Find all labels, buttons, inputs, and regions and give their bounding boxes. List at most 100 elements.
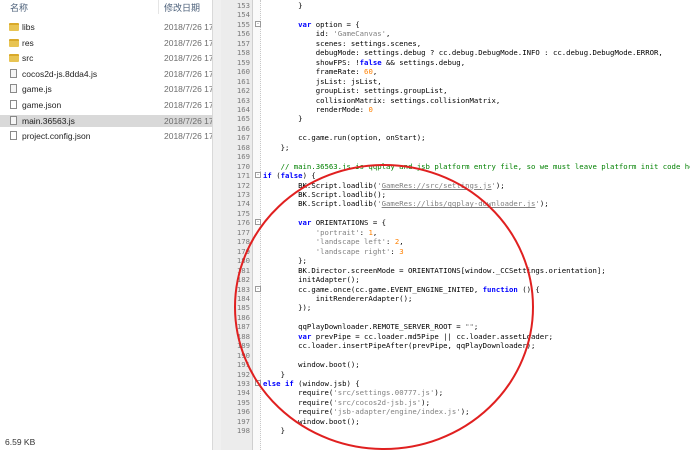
file-row[interactable]: game.json 2018/7/26 17:4 [0, 99, 212, 111]
js-file-icon [10, 115, 17, 125]
folder-icon [9, 38, 19, 47]
code-line[interactable]: 157 scenes: settings.scenes, [221, 39, 690, 48]
code-line[interactable]: 172 BK.Script.loadlib('GameRes://src/set… [221, 181, 690, 190]
fold-toggle-icon[interactable]: - [255, 285, 261, 292]
code-line[interactable]: 169 [221, 152, 690, 161]
code-line[interactable]: 170 // main.36563.js is qqplay and jsb p… [221, 162, 690, 171]
code-line[interactable]: 160 frameRate: 60, [221, 67, 690, 76]
code-text: cc.game.run(option, onStart); [263, 133, 426, 143]
line-number: 184 [236, 293, 250, 303]
code-line[interactable]: 186 [221, 313, 690, 322]
code-line[interactable]: 161 jsList: jsList, [221, 77, 690, 86]
code-text: debugMode: settings.debug ? cc.debug.Deb… [263, 48, 663, 58]
code-line[interactable]: 173 BK.Script.loadlib(); [221, 190, 690, 199]
code-line[interactable]: 190 [221, 351, 690, 360]
code-text: initAdapter(); [263, 275, 360, 285]
code-line[interactable]: 184 initRendererAdapter(); [221, 294, 690, 303]
code-line[interactable]: 188 var prevPipe = cc.loader.md5Pipe || … [221, 332, 690, 341]
code-line[interactable]: 178 'landscape left': 2, [221, 237, 690, 246]
code-text: }; [263, 256, 307, 266]
file-name: libs [22, 22, 35, 32]
file-row[interactable]: project.config.json 2018/7/26 17:4 [0, 130, 212, 142]
code-line[interactable]: 183- cc.game.once(cc.game.EVENT_ENGINE_I… [221, 285, 690, 294]
code-text: window.boot(); [263, 416, 360, 426]
code-text: collisionMatrix: settings.collisionMatri… [263, 95, 501, 105]
file-modified-date: 2018/7/26 17:4 [164, 68, 213, 79]
fold-toggle-icon[interactable]: - [255, 172, 261, 179]
code-line[interactable]: 168 }; [221, 143, 690, 152]
code-line[interactable]: 197 window.boot(); [221, 417, 690, 426]
file-name: cocos2d-js.8dda4.js [22, 68, 98, 79]
code-line[interactable]: 196 require('jsb-adapter/engine/index.js… [221, 407, 690, 416]
file-row[interactable]: src 2018/7/26 17:4 [0, 52, 213, 64]
code-line[interactable]: 189 cc.loader.insertPipeAfter(prevPipe, … [221, 341, 690, 350]
code-line[interactable]: 153 } [221, 1, 690, 10]
line-number: 169 [236, 152, 250, 162]
code-line[interactable]: 193- else if (window.jsb) { [221, 379, 690, 388]
code-line[interactable]: 175 [221, 209, 690, 218]
line-number: 167 [236, 133, 250, 143]
code-line[interactable]: 156 id: 'GameCanvas', [221, 29, 690, 38]
code-line[interactable]: 176- var ORIENTATIONS = { [221, 218, 690, 227]
line-number: 170 [236, 161, 250, 171]
file-row[interactable]: cocos2d-js.8dda4.js 2018/7/26 17:4 [0, 68, 213, 80]
code-text: var prevPipe = cc.loader.md5Pipe || cc.l… [298, 331, 553, 341]
code-line[interactable]: 162 groupList: settings.groupList, [221, 86, 690, 95]
code-line[interactable]: 167 cc.game.run(option, onStart); [221, 133, 690, 142]
file-row[interactable]: res 2018/7/26 17:4 [0, 37, 212, 49]
status-file-size: 6.59 KB [5, 437, 36, 447]
code-line[interactable]: 192 } [221, 370, 690, 379]
fold-toggle-icon[interactable]: - [255, 219, 261, 226]
code-line[interactable]: 182 initAdapter(); [221, 275, 690, 284]
code-line[interactable]: 181 BK.Director.screenMode = ORIENTATION… [221, 266, 690, 275]
code-line[interactable]: 195 require('src/cocos2d-jsb.js'); [221, 398, 690, 407]
code-line[interactable]: 191 window.boot(); [221, 360, 690, 369]
code-line[interactable]: 164 renderMode: 0 [221, 105, 690, 114]
code-line[interactable]: 158 debugMode: settings.debug ? cc.debug… [221, 48, 690, 57]
fold-toggle-icon[interactable]: - [255, 20, 261, 27]
code-text: else if (window.jsb) { [263, 379, 360, 388]
code-text: } [263, 369, 285, 379]
code-line[interactable]: 194 require('src/settings.00777.js'); [221, 388, 690, 397]
line-number: 173 [236, 190, 250, 199]
code-line[interactable]: 165 } [221, 114, 690, 123]
fold-toggle-icon[interactable]: - [255, 380, 261, 386]
code-line[interactable]: 154 [221, 10, 690, 19]
file-row[interactable]: game.js 2018/7/26 17:4 [0, 83, 213, 95]
line-number: 192 [236, 369, 250, 379]
code-line[interactable]: 179 'landscape right': 3 [221, 247, 690, 256]
line-number: 158 [236, 48, 250, 58]
code-line[interactable]: 180 }; [221, 256, 690, 265]
code-line[interactable]: 174 BK.Script.loadlib('GameRes://libs/qq… [221, 199, 690, 208]
code-line[interactable]: 166 [221, 124, 690, 133]
file-modified-date: 2018/7/26 17:4 [164, 53, 213, 64]
code-line[interactable]: 171- if (false) { [221, 171, 690, 180]
pane-divider[interactable] [213, 0, 221, 450]
code-text: require('src/settings.00777.js'); [263, 388, 444, 398]
column-divider[interactable] [158, 0, 159, 14]
column-header-date[interactable]: 修改日期 [164, 1, 200, 14]
code-line[interactable]: 198 } [221, 426, 690, 435]
code-line[interactable]: 155- var option = { [221, 20, 690, 29]
file-name: res [22, 37, 34, 48]
column-header-name[interactable]: 名称 [10, 1, 28, 14]
code-line[interactable]: 185 }); [221, 303, 690, 312]
code-line[interactable]: 187 qqPlayDownloader.REMOTE_SERVER_ROOT … [221, 322, 690, 331]
code-text: initRendererAdapter(); [263, 293, 413, 303]
file-row[interactable]: main.36563.js 2018/7/26 17:4 [0, 114, 212, 127]
line-number: 176 [236, 218, 250, 228]
code-text: BK.Script.loadlib('GameRes://src/setting… [263, 180, 505, 190]
code-editor[interactable]: 153 } 154 155- var option = {156 id: 'Game… [221, 0, 690, 450]
file-row[interactable]: libs 2018/7/26 17:4 [0, 21, 212, 33]
code-text: 'portrait': 1, [315, 227, 378, 237]
code-line[interactable]: 177 'portrait': 1, [221, 228, 690, 237]
code-text: var ORIENTATIONS = { [298, 218, 387, 228]
code-text: }); [263, 303, 312, 313]
file-modified-date: 2018/7/26 17:4 [164, 84, 213, 95]
code-line[interactable]: 159 showFPS: !false && settings.debug, [221, 58, 690, 67]
file-name: src [22, 53, 34, 64]
line-number: 195 [236, 397, 250, 407]
line-number: 166 [236, 123, 250, 133]
code-line[interactable]: 163 collisionMatrix: settings.collisionM… [221, 96, 690, 105]
code-text: if (false) { [263, 171, 316, 181]
